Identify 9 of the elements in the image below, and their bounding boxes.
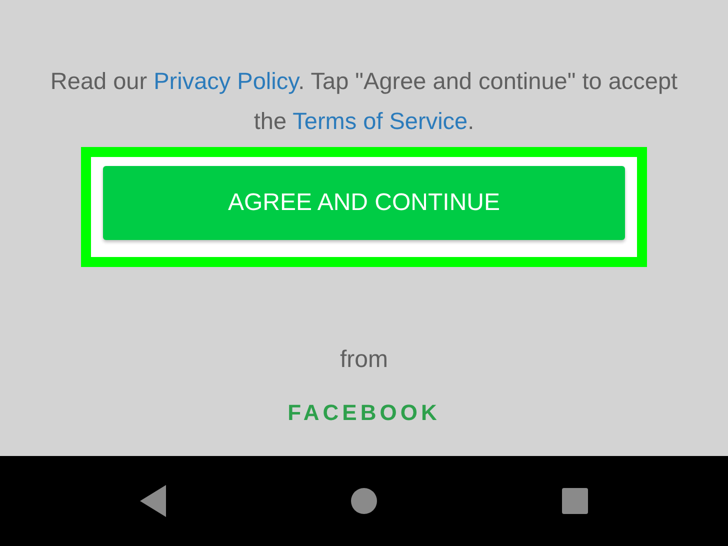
policy-link[interactable]: Terms of Service: [292, 108, 468, 134]
agree-button[interactable]: AGREE AND CONTINUE: [103, 166, 625, 240]
consent-text: Read our Privacy Policy. Tap "Agree and continue" to accept the Terms of Service.: [49, 67, 679, 136]
home-icon[interactable]: [350, 488, 377, 514]
brand-label: FACEBOOK: [288, 399, 440, 427]
recents-icon[interactable]: [562, 488, 588, 514]
from-label: from: [340, 345, 388, 375]
policy-link[interactable]: Privacy Policy: [154, 68, 298, 94]
back-icon[interactable]: [140, 485, 166, 517]
